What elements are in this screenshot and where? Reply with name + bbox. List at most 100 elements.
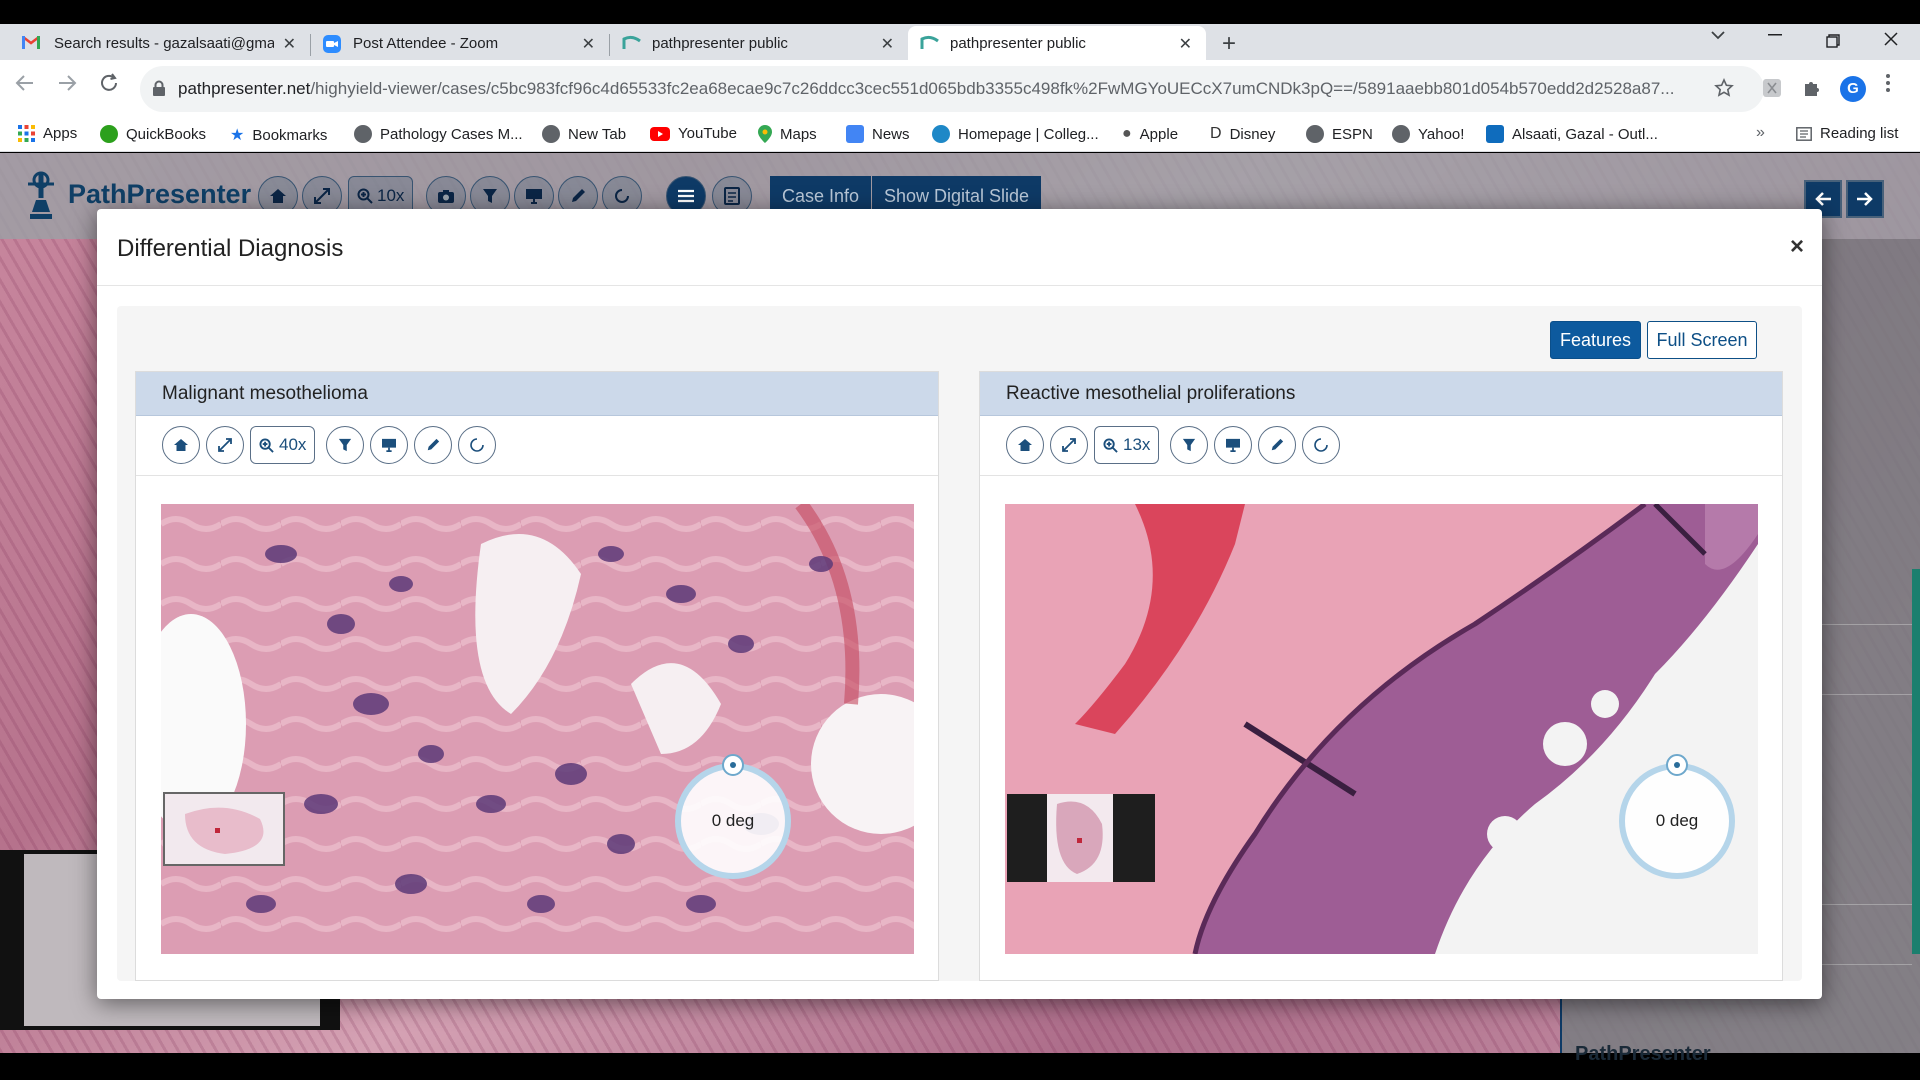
- pencil-icon: [426, 438, 440, 452]
- zoom-button[interactable]: 13x: [1094, 426, 1160, 464]
- back-arrow-icon[interactable]: [14, 72, 44, 102]
- bookmark-yahoo[interactable]: Yahoo!: [1392, 125, 1464, 143]
- home-button[interactable]: [162, 426, 200, 464]
- close-icon[interactable]: ✕: [881, 34, 894, 54]
- modal-header: Differential Diagnosis ×: [97, 209, 1822, 286]
- bookmark-label: Apps: [43, 125, 78, 142]
- bookmark-apple[interactable]: ● Apple: [1122, 125, 1178, 143]
- window-close-icon[interactable]: [1884, 32, 1898, 46]
- bookmark-youtube[interactable]: YouTube: [650, 125, 737, 142]
- bookmark-bookmarks[interactable]: ★ Bookmarks: [230, 125, 327, 145]
- histology-image-40x: [161, 504, 914, 954]
- bookmark-outlook[interactable]: Alsaati, Gazal - Outl...: [1486, 125, 1658, 143]
- rotation-dial[interactable]: 0 deg: [1619, 763, 1735, 879]
- filter-button[interactable]: [326, 426, 364, 464]
- news-icon: [846, 125, 864, 143]
- new-tab-button[interactable]: +: [1222, 30, 1236, 58]
- histology-image-13x: [1005, 504, 1758, 954]
- annotate-button[interactable]: [1258, 426, 1296, 464]
- app-zoom-level: 10x: [377, 186, 405, 205]
- tab-title: pathpresenter public: [652, 35, 788, 52]
- bookmark-label: YouTube: [678, 125, 737, 142]
- full-screen-button[interactable]: Full Screen: [1647, 321, 1757, 359]
- gmail-icon: [22, 35, 40, 51]
- bookmark-homepage-college[interactable]: Homepage | Colleg...: [932, 125, 1099, 143]
- bookmark-news[interactable]: News: [846, 125, 910, 143]
- filter-button[interactable]: [1170, 426, 1208, 464]
- rotation-dial[interactable]: 0 deg: [675, 763, 791, 879]
- monitor-icon: [381, 438, 397, 452]
- tab-gmail[interactable]: Search results - gazalsaati@gma ✕: [0, 26, 310, 60]
- zoom-in-icon: [1103, 437, 1123, 453]
- puzzle-extensions-icon[interactable]: [1802, 78, 1822, 98]
- zoom-icon: [323, 35, 341, 53]
- bookmarks-bar: Apps QuickBooks ★ Bookmarks Pathology Cas…: [0, 118, 1920, 152]
- reload-icon[interactable]: [98, 72, 128, 102]
- bookmark-maps[interactable]: Maps: [758, 125, 817, 143]
- tab-zoom[interactable]: Post Attendee - Zoom ✕: [311, 26, 609, 60]
- bookmarks-overflow-button[interactable]: »: [1756, 124, 1765, 142]
- browser-menu-icon[interactable]: [1886, 74, 1890, 92]
- bookmark-new-tab[interactable]: New Tab: [542, 125, 626, 143]
- rotate-icon: [1312, 436, 1330, 454]
- url-text[interactable]: pathpresenter.net/highyield-viewer/cases…: [178, 79, 1698, 99]
- close-icon[interactable]: ✕: [1179, 34, 1192, 54]
- modal-close-button[interactable]: ×: [1790, 233, 1804, 261]
- bookmark-pathology-cases[interactable]: Pathology Cases M...: [354, 125, 523, 143]
- minimize-icon[interactable]: [1768, 34, 1782, 36]
- side-panel-brand: PathPresenter: [1575, 1043, 1711, 1065]
- differential-diagnosis-modal: Differential Diagnosis × Features Full S…: [97, 209, 1822, 999]
- microscope-logo-icon: [22, 168, 60, 220]
- expand-icon: [218, 438, 232, 452]
- pathpresenter-icon: [920, 35, 939, 51]
- bookmark-quickbooks[interactable]: QuickBooks: [100, 125, 206, 143]
- home-button[interactable]: [1006, 426, 1044, 464]
- address-bar[interactable]: pathpresenter.net/highyield-viewer/cases…: [140, 66, 1764, 112]
- next-case-arrow-icon[interactable]: [1846, 180, 1884, 218]
- annotate-button[interactable]: [414, 426, 452, 464]
- youtube-icon: [650, 126, 670, 141]
- diagnosis-panel-reactive: Reactive mesothelial proliferations 13x: [979, 371, 1783, 981]
- panel-header: Malignant mesothelioma: [136, 372, 938, 416]
- features-button[interactable]: Features: [1550, 321, 1641, 359]
- zoom-level: 40x: [279, 435, 307, 454]
- bookmark-label: New Tab: [568, 125, 627, 143]
- fullscreen-button[interactable]: [1050, 426, 1088, 464]
- tab-pathpresenter-active[interactable]: pathpresenter public ✕: [908, 26, 1206, 60]
- rotate-button[interactable]: [458, 426, 496, 464]
- rotation-handle[interactable]: [722, 754, 744, 776]
- star-icon[interactable]: [1714, 78, 1734, 98]
- url-host: pathpresenter.net: [178, 79, 311, 98]
- profile-avatar[interactable]: G: [1840, 76, 1866, 102]
- url-path: /highyield-viewer/cases/c5bc983fcf96c4d6…: [310, 79, 1675, 98]
- bookmark-espn[interactable]: ESPN: [1306, 125, 1373, 143]
- forward-arrow-icon[interactable]: [56, 72, 86, 102]
- bookmark-label: Homepage | Colleg...: [958, 125, 1099, 143]
- presentation-button[interactable]: [370, 426, 408, 464]
- zoom-level: 13x: [1123, 435, 1151, 454]
- minimap-navigator[interactable]: [163, 792, 285, 866]
- rotation-handle[interactable]: [1666, 754, 1688, 776]
- zoom-button[interactable]: 40x: [250, 426, 316, 464]
- restore-icon[interactable]: [1826, 34, 1840, 48]
- tab-pathpresenter-1[interactable]: pathpresenter public ✕: [610, 26, 908, 60]
- panel-scrollbar[interactable]: [1912, 569, 1920, 954]
- lock-icon[interactable]: [152, 80, 166, 97]
- presentation-button[interactable]: [1214, 426, 1252, 464]
- bookmark-label: Bookmarks: [252, 126, 328, 144]
- close-icon[interactable]: ✕: [582, 34, 595, 54]
- bookmark-label: QuickBooks: [126, 125, 207, 143]
- slide-viewer-reactive[interactable]: 0 deg: [1005, 504, 1758, 954]
- fullscreen-button[interactable]: [206, 426, 244, 464]
- rotate-button[interactable]: [1302, 426, 1340, 464]
- bookmark-disney[interactable]: D Disney: [1210, 125, 1275, 143]
- bookmark-apps[interactable]: Apps: [18, 125, 77, 142]
- close-icon[interactable]: ✕: [283, 34, 296, 54]
- extension-icon[interactable]: [1762, 78, 1782, 98]
- star-icon: ★: [230, 127, 245, 144]
- tab-search-chevron-icon[interactable]: [1710, 30, 1726, 40]
- slide-viewer-mesothelioma[interactable]: 0 deg: [161, 504, 914, 954]
- reading-list-button[interactable]: Reading list: [1796, 125, 1898, 142]
- minimap-navigator[interactable]: [1007, 794, 1155, 882]
- viewer-toolbar: 13x: [980, 416, 1782, 476]
